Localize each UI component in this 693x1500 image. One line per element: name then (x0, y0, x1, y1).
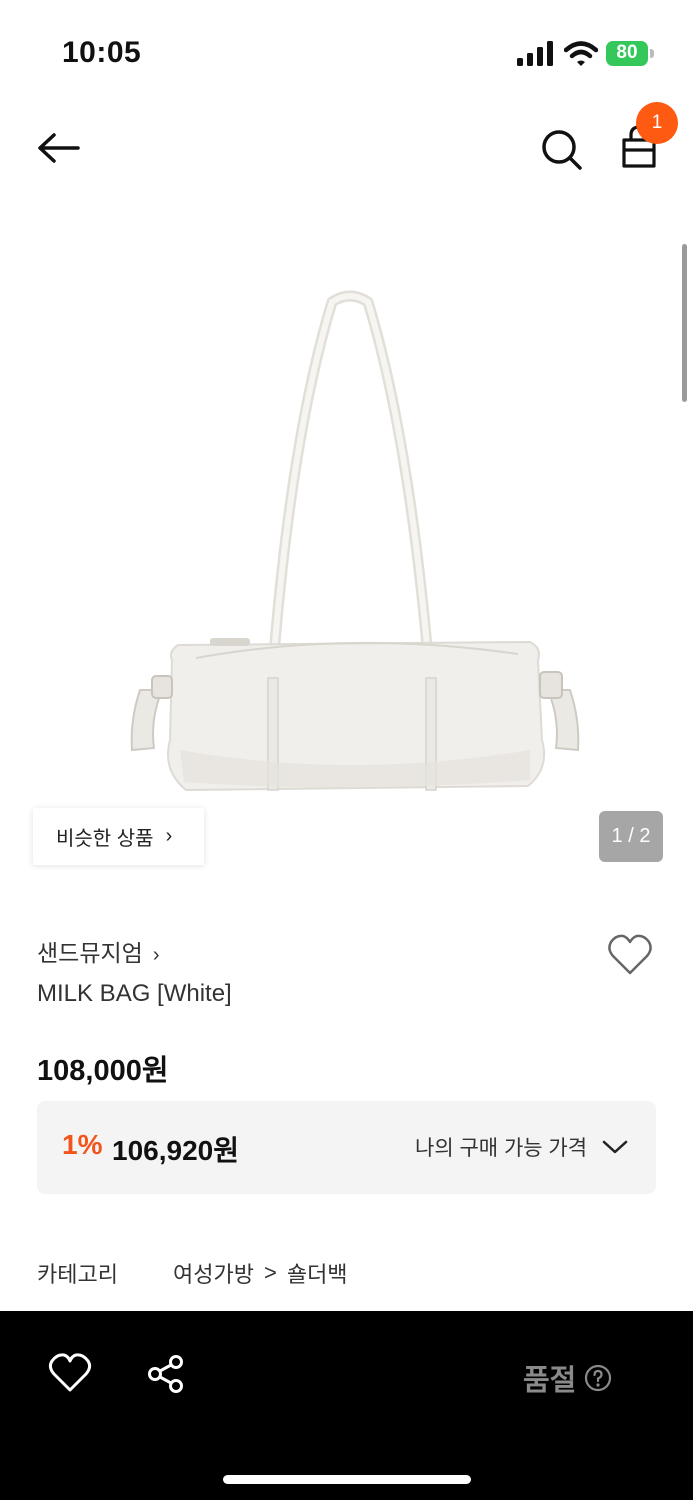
search-icon[interactable] (536, 124, 586, 174)
heart-icon[interactable] (48, 1352, 92, 1394)
product-image[interactable] (110, 280, 600, 810)
soldout-label: 품절 (523, 1365, 577, 1397)
chevron-right-icon: › (165, 825, 173, 847)
product-name: MILK BAG [White] (37, 980, 232, 1007)
discount-price: 106,920원 (112, 1135, 239, 1166)
wifi-icon (564, 41, 598, 66)
category-level1[interactable]: 여성가방 (173, 1257, 254, 1289)
my-price-label: 나의 구매 가능 가격 (415, 1137, 588, 1160)
discount-rate: 1% (62, 1129, 103, 1160)
bottom-action-bar (0, 1311, 693, 1500)
category-breadcrumb[interactable]: 여성가방 > 숄더백 (173, 1257, 348, 1289)
heart-icon[interactable] (606, 932, 654, 978)
cart-count-badge: 1 (636, 102, 678, 144)
status-time: 10:05 (62, 36, 142, 69)
signal-icon (517, 41, 553, 66)
category-label: 카테고리 (37, 1262, 118, 1287)
home-indicator[interactable] (223, 1475, 471, 1484)
battery-icon: 80 (606, 41, 656, 68)
brand-link[interactable]: 샌드뮤지엄 › (37, 934, 159, 968)
similar-products-button[interactable]: 비슷한 상품 › (33, 808, 204, 865)
scrollbar[interactable] (682, 244, 687, 402)
brand-name: 샌드뮤지엄 (37, 940, 143, 966)
help-icon[interactable] (584, 1364, 612, 1392)
back-arrow-icon[interactable] (32, 125, 84, 171)
my-price-toggle[interactable]: 나의 구매 가능 가격 (415, 1132, 629, 1162)
chevron-down-icon (602, 1140, 628, 1154)
product-price: 108,000원 (37, 1055, 169, 1087)
battery-level: 80 (616, 42, 638, 63)
soldout-status: 품절 (523, 1357, 612, 1399)
chevron-right-icon: › (152, 944, 160, 966)
category-level2[interactable]: 숄더백 (287, 1257, 348, 1289)
share-icon[interactable] (145, 1353, 187, 1395)
breadcrumb-separator: > (263, 1260, 277, 1285)
similar-products-label: 비슷한 상품 (56, 828, 154, 850)
image-page-indicator: 1 / 2 (599, 811, 663, 862)
